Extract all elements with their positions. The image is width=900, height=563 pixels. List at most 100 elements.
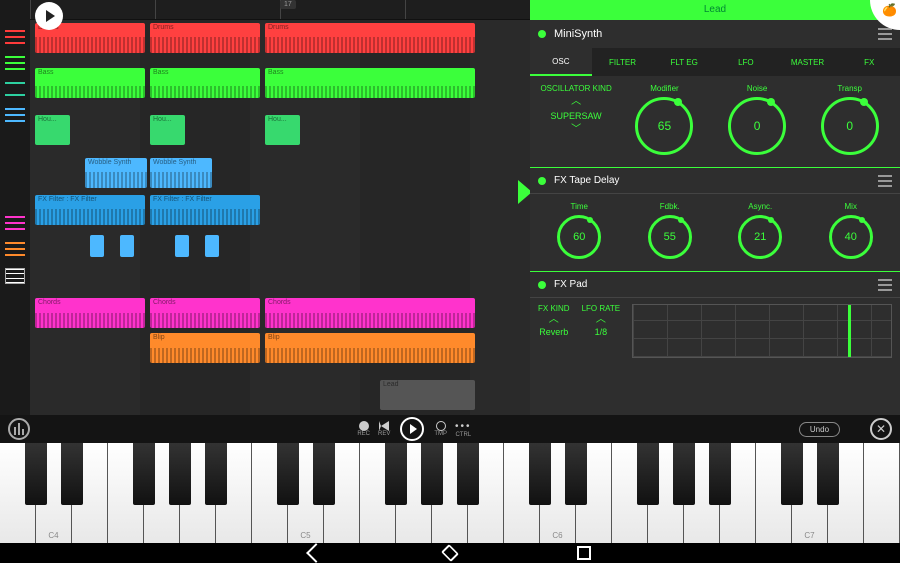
clip-chords[interactable]: Chords [265, 298, 475, 328]
clip-chords[interactable]: Chords [35, 298, 145, 328]
black-key[interactable] [709, 443, 731, 505]
clip-auto[interactable] [120, 235, 134, 257]
clip-auto[interactable] [205, 235, 219, 257]
tab-lfo[interactable]: LFO [715, 48, 777, 76]
key-label: C5 [288, 531, 323, 540]
clip-chords[interactable]: Chords [150, 298, 260, 328]
instrument-name: MiniSynth [554, 28, 602, 40]
knob-transp[interactable]: 0 [821, 97, 879, 155]
black-key[interactable] [169, 443, 191, 505]
black-key[interactable] [205, 443, 227, 505]
nav-home-icon[interactable] [441, 544, 459, 562]
play-button[interactable] [400, 417, 424, 441]
knob-label: Time [571, 202, 588, 211]
clip-drums[interactable]: Drums [265, 23, 475, 53]
knob-async[interactable]: 21 [738, 215, 782, 259]
tool-wave[interactable] [5, 82, 25, 96]
clip-hou[interactable]: Hou... [35, 115, 70, 145]
rev-button[interactable]: REV [378, 421, 390, 437]
black-key[interactable] [385, 443, 407, 505]
lforate-value: 1/8 [595, 327, 608, 337]
black-key[interactable] [565, 443, 587, 505]
key-label: C7 [792, 531, 827, 540]
tool-chords[interactable] [5, 216, 25, 230]
chevron-up-icon[interactable]: ︿ [571, 97, 581, 107]
bar-marker: 17 [280, 0, 296, 9]
black-key[interactable] [817, 443, 839, 505]
black-key[interactable] [25, 443, 47, 505]
black-key[interactable] [781, 443, 803, 505]
tool-piano[interactable] [5, 268, 25, 284]
tab-fx[interactable]: FX [838, 48, 900, 76]
tmp-button[interactable]: TMP [434, 421, 447, 437]
black-key[interactable] [673, 443, 695, 505]
panel-title: Lead [530, 0, 900, 20]
clip-wobble[interactable]: Wobble Synth [150, 158, 212, 188]
chevron-up-icon[interactable]: ︿ [549, 315, 559, 325]
clip-hou[interactable]: Hou... [265, 115, 300, 145]
tool-blip[interactable] [5, 242, 25, 256]
close-icon[interactable]: ✕ [870, 418, 892, 440]
osc-kind-value: SUPERSAW [550, 111, 601, 121]
track-tool-rail [0, 0, 30, 415]
fxpad-name: FX Pad [554, 279, 587, 290]
clip-bass[interactable]: Bass [265, 68, 475, 98]
knob-mix[interactable]: 40 [829, 215, 873, 259]
black-key[interactable] [277, 443, 299, 505]
black-key[interactable] [313, 443, 335, 505]
black-key[interactable] [133, 443, 155, 505]
key-label: C4 [36, 531, 71, 540]
undo-button[interactable]: Undo [799, 422, 840, 437]
black-key[interactable] [457, 443, 479, 505]
clip-blip[interactable]: Blip [150, 333, 260, 363]
tab-osc[interactable]: OSC [530, 48, 592, 76]
play-button-top[interactable] [35, 2, 63, 30]
tool-drums[interactable] [5, 30, 25, 44]
clip-bass[interactable]: Bass [35, 68, 145, 98]
tool-bass[interactable] [5, 56, 25, 70]
android-navbar [0, 543, 900, 563]
mixer-icon[interactable] [8, 418, 30, 440]
timeline[interactable]: 17 Drums Drums Drums Bass Bass Bass Hou.… [30, 0, 530, 415]
tab-flteg[interactable]: FLT EG [653, 48, 715, 76]
nav-back-icon[interactable] [306, 543, 326, 563]
menu-icon[interactable] [878, 28, 892, 40]
black-key[interactable] [421, 443, 443, 505]
chevron-down-icon[interactable]: ﹀ [571, 125, 581, 135]
transport-bar: REC REV TMP •••CTRL Undo ✕ [0, 415, 900, 443]
timeline-ruler[interactable]: 17 [30, 0, 530, 20]
knob-label: Fdbk. [660, 202, 680, 211]
rec-button[interactable]: REC [357, 421, 370, 437]
black-key[interactable] [61, 443, 83, 505]
clip-drums[interactable]: Drums [150, 23, 260, 53]
chevron-up-icon[interactable]: ︿ [596, 315, 606, 325]
piano-keyboard[interactable]: C4C5C6C7 [0, 443, 900, 543]
fxkind-value: Reverb [539, 327, 568, 337]
black-key[interactable] [637, 443, 659, 505]
clip-auto[interactable] [90, 235, 104, 257]
active-dot-icon [538, 30, 546, 38]
nav-recent-icon[interactable] [577, 546, 591, 560]
clip-lead[interactable]: Lead [380, 380, 475, 410]
menu-icon[interactable] [878, 279, 892, 291]
fx-pad[interactable] [632, 304, 892, 358]
knob-modifier[interactable]: 65 [635, 97, 693, 155]
clip-wobble[interactable]: Wobble Synth [85, 158, 147, 188]
ctrl-button[interactable]: •••CTRL [455, 421, 472, 438]
tool-synth[interactable] [5, 108, 25, 122]
tapedelay-name: FX Tape Delay [554, 175, 619, 186]
tab-filter[interactable]: FILTER [592, 48, 654, 76]
menu-icon[interactable] [878, 175, 892, 187]
clip-fxfilter[interactable]: FX Filter : FX Filter [35, 195, 145, 225]
knob-fdbk[interactable]: 55 [648, 215, 692, 259]
knob-noise[interactable]: 0 [728, 97, 786, 155]
black-key[interactable] [529, 443, 551, 505]
clip-fxfilter[interactable]: FX Filter : FX Filter [150, 195, 260, 225]
clip-blip[interactable]: Blip [265, 333, 475, 363]
clip-hou[interactable]: Hou... [150, 115, 185, 145]
synth-tabs: OSC FILTER FLT EG LFO MASTER FX [530, 48, 900, 76]
clip-bass[interactable]: Bass [150, 68, 260, 98]
knob-time[interactable]: 60 [557, 215, 601, 259]
clip-auto[interactable] [175, 235, 189, 257]
tab-master[interactable]: MASTER [777, 48, 839, 76]
